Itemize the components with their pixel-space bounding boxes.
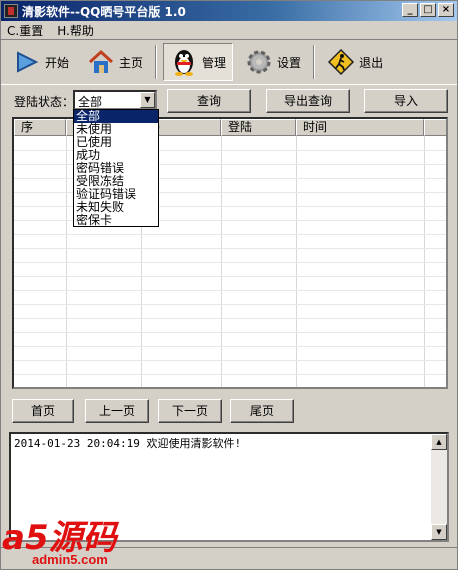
watermark-logo: a5源码 admin5.com <box>2 508 172 570</box>
column-header-time[interactable]: 时间 <box>296 119 424 136</box>
last-page-button[interactable]: 尾页 <box>230 399 294 423</box>
close-button[interactable]: × <box>438 3 454 17</box>
watermark-url: admin5.com <box>32 552 108 567</box>
export-query-button[interactable]: 导出查询 <box>266 89 350 113</box>
gear-icon <box>245 48 273 76</box>
login-status-selected: 全部 <box>78 95 103 109</box>
menu-help[interactable]: H.帮助 <box>57 22 94 39</box>
grid-line <box>14 262 446 263</box>
toolbar-settings-label: 设置 <box>277 55 302 70</box>
import-button[interactable]: 导入 <box>364 89 448 113</box>
app-window: 清影软件--QQ晒号平台版 1.0 _ □ × C.重置 H.帮助 开始 主页 <box>0 0 458 570</box>
toolbar-home-label: 主页 <box>119 55 144 70</box>
chevron-down-icon[interactable]: ▼ <box>140 92 155 108</box>
title-bar[interactable]: 清影软件--QQ晒号平台版 1.0 _ □ × <box>1 1 457 21</box>
app-icon <box>4 4 18 18</box>
grid-line <box>14 234 446 235</box>
grid-line <box>14 318 446 319</box>
log-scrollbar[interactable]: ▲ ▼ <box>431 434 447 540</box>
login-status-dropdown[interactable]: 全部 未使用 已使用 成功 密码错误 受限冻结 验证码错误 未知失败 密保卡 <box>73 109 159 227</box>
menu-bar: C.重置 H.帮助 <box>1 21 457 39</box>
dropdown-option[interactable]: 密保卡 <box>74 214 158 227</box>
grid-line <box>14 248 446 249</box>
menu-reset[interactable]: C.重置 <box>7 22 43 39</box>
toolbar-exit-label: 退出 <box>359 55 384 70</box>
query-button[interactable]: 查询 <box>167 89 251 113</box>
toolbar-manage-button[interactable]: 管理 <box>163 43 234 81</box>
toolbar-exit-button[interactable]: 退出 <box>321 43 389 81</box>
play-arrow-icon <box>13 48 41 76</box>
column-header-index[interactable]: 序 <box>14 119 66 136</box>
window-title: 清影软件--QQ晒号平台版 1.0 <box>22 4 186 19</box>
scroll-up-icon[interactable]: ▲ <box>431 434 447 450</box>
toolbar-settings-button[interactable]: 设置 <box>239 43 307 81</box>
grid-line <box>14 304 446 305</box>
toolbar-separator-2 <box>313 45 316 79</box>
first-page-button[interactable]: 首页 <box>12 399 74 423</box>
column-header-login[interactable]: 登陆 <box>221 119 296 136</box>
grid-line <box>14 346 446 347</box>
toolbar-manage-label: 管理 <box>202 55 227 70</box>
minimize-button[interactable]: _ <box>402 3 418 17</box>
toolbar-separator <box>155 45 158 79</box>
grid-line <box>14 332 446 333</box>
grid-line <box>14 290 446 291</box>
grid-line <box>14 360 446 361</box>
column-header-filler <box>424 119 446 136</box>
exit-sign-icon <box>327 48 355 76</box>
window-controls: _ □ × <box>402 3 454 17</box>
login-status-label: 登陆状态： <box>14 95 75 109</box>
maximize-button[interactable]: □ <box>420 3 436 17</box>
toolbar-start-button[interactable]: 开始 <box>7 43 75 81</box>
toolbar-start-label: 开始 <box>45 55 70 70</box>
log-line: 2014-01-23 20:04:19 欢迎使用清影软件! <box>14 437 242 450</box>
grid-line <box>14 374 446 375</box>
next-page-button[interactable]: 下一页 <box>158 399 222 423</box>
grid-line <box>14 276 446 277</box>
toolbar-home-button[interactable]: 主页 <box>81 43 149 81</box>
login-status-select[interactable]: 全部 ▼ <box>73 90 157 110</box>
qq-penguin-icon <box>170 48 198 76</box>
prev-page-button[interactable]: 上一页 <box>85 399 149 423</box>
scroll-down-icon[interactable]: ▼ <box>431 524 447 540</box>
home-icon <box>87 48 115 76</box>
toolbar: 开始 主页 管理 设置 退出 <box>1 39 457 85</box>
